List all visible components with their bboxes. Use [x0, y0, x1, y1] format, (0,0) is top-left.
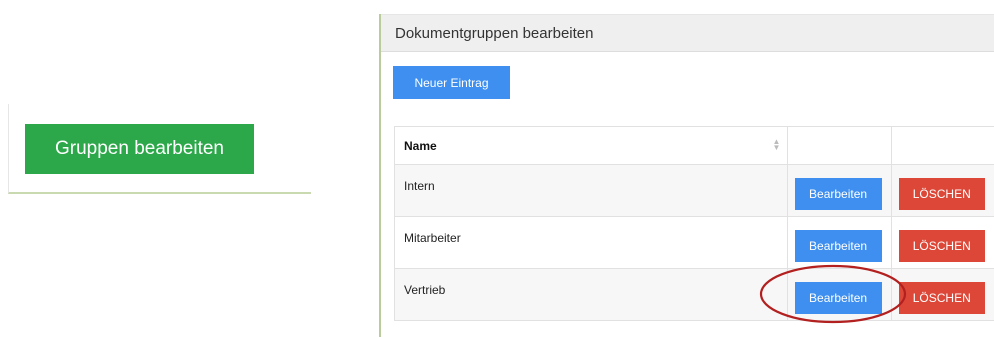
table-row: Mitarbeiter Bearbeiten LÖSCHEN: [394, 216, 994, 269]
name-cell: Mitarbeiter: [394, 216, 788, 269]
table-row: Vertrieb Bearbeiten LÖSCHEN: [394, 268, 994, 321]
edit-button[interactable]: Bearbeiten: [794, 282, 882, 314]
edit-button[interactable]: Bearbeiten: [794, 178, 882, 210]
delete-button[interactable]: LÖSCHEN: [898, 282, 985, 314]
sort-icon[interactable]: ▲ ▼: [773, 138, 781, 152]
name-cell: Intern: [394, 164, 788, 217]
delete-button[interactable]: LÖSCHEN: [898, 178, 985, 210]
delete-button[interactable]: LÖSCHEN: [898, 230, 985, 262]
table-header-row: Name ▲ ▼: [394, 126, 994, 165]
left-panel: Gruppen bearbeiten: [8, 104, 311, 194]
column-header-delete: [890, 126, 994, 165]
column-header-edit: [786, 126, 892, 165]
row-name: Vertrieb: [404, 283, 446, 297]
edit-cell: Bearbeiten: [786, 216, 892, 269]
panel-title: Dokumentgruppen bearbeiten: [395, 24, 594, 42]
delete-cell: LÖSCHEN: [890, 164, 994, 217]
edit-cell: Bearbeiten: [786, 164, 892, 217]
row-name: Intern: [404, 179, 435, 193]
column-header-name[interactable]: Name ▲ ▼: [394, 126, 788, 165]
panel-header: Dokumentgruppen bearbeiten: [381, 14, 994, 52]
document-groups-panel: Dokumentgruppen bearbeiten Neuer Eintrag…: [379, 14, 994, 337]
groups-table: Name ▲ ▼ Intern Bearbeiten LÖSCHEN Mitar…: [394, 126, 994, 321]
new-entry-button[interactable]: Neuer Eintrag: [393, 66, 510, 99]
name-cell: Vertrieb: [394, 268, 788, 321]
edit-groups-button[interactable]: Gruppen bearbeiten: [25, 124, 254, 174]
edit-button[interactable]: Bearbeiten: [794, 230, 882, 262]
delete-cell: LÖSCHEN: [890, 268, 994, 321]
table-row: Intern Bearbeiten LÖSCHEN: [394, 164, 994, 217]
column-header-name-label: Name: [404, 138, 437, 153]
edit-cell: Bearbeiten: [786, 268, 892, 321]
delete-cell: LÖSCHEN: [890, 216, 994, 269]
row-name: Mitarbeiter: [404, 231, 461, 245]
